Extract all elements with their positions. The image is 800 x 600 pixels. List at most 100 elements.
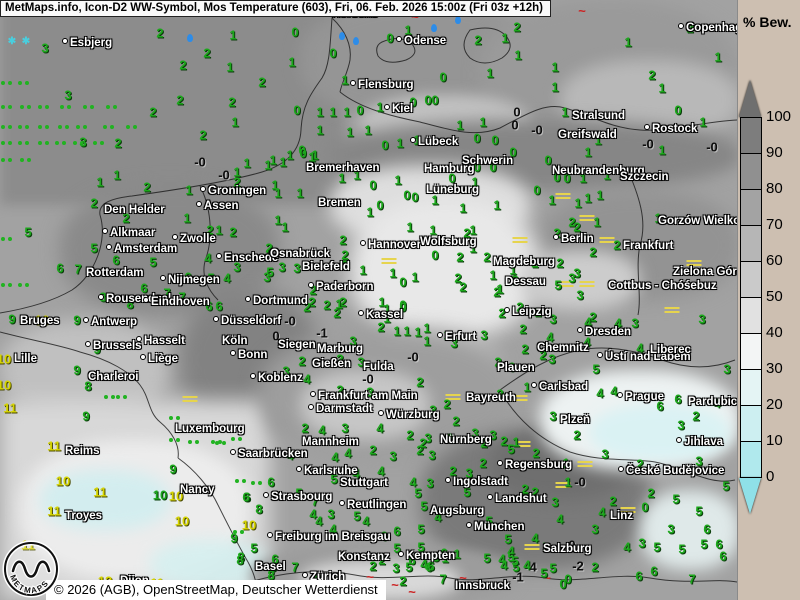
temp-value: -0 xyxy=(194,156,206,169)
temp-value: -0 xyxy=(218,169,230,182)
temp-value: 2 xyxy=(479,457,486,470)
city-marker-icon xyxy=(617,392,623,398)
temp-value: 2 xyxy=(573,429,580,442)
city-name: Dortmund xyxy=(253,295,308,307)
temp-value: 2 xyxy=(90,197,97,210)
temp-value: 2 xyxy=(556,257,563,270)
temp-value: 0 xyxy=(559,578,566,591)
temp-value: 2 xyxy=(229,226,236,239)
temp-value: 1 xyxy=(564,476,571,489)
temp-value: 0 xyxy=(491,134,498,147)
city-name: Ingolstadt xyxy=(453,476,508,488)
city-label: Lüneburg xyxy=(426,184,479,196)
city-marker-icon xyxy=(98,294,104,300)
temp-value: -0 xyxy=(531,124,543,137)
city-marker-icon xyxy=(230,350,236,356)
city-name: Karlsruhe xyxy=(304,465,358,477)
temp-value: 1 xyxy=(346,126,353,139)
temp-value: 2 xyxy=(692,410,699,423)
city-label: Luxembourg xyxy=(175,423,245,435)
legend-tick-label: 0 xyxy=(766,469,800,484)
drizzle-icon xyxy=(103,125,107,129)
temp-value: 4 xyxy=(596,387,603,400)
city-marker-icon xyxy=(497,460,503,466)
legend-tick-label: 70 xyxy=(766,217,800,232)
city-name: Erfurt xyxy=(445,331,476,343)
city-label: Flensburg xyxy=(350,79,414,91)
temp-value: 11 xyxy=(3,402,17,415)
temp-value: 1 xyxy=(479,116,486,129)
temp-value: 2 xyxy=(456,251,463,264)
temp-value: 1 xyxy=(376,101,383,114)
temp-value: 3 xyxy=(551,496,558,509)
city-name: Lille xyxy=(14,353,37,365)
temp-value: 0 xyxy=(511,119,518,132)
temp-value: 1 xyxy=(281,221,288,234)
city-name: Cottbus - Chóśebuz xyxy=(608,280,717,292)
temp-value: 1 xyxy=(551,81,558,94)
temp-value: -0 xyxy=(284,315,296,328)
temp-value: 2 xyxy=(323,299,330,312)
temp-value: 0 xyxy=(381,139,388,152)
temp-value: 2 xyxy=(399,575,406,588)
city-label: Siegen xyxy=(278,339,316,351)
city-label: Paderborn xyxy=(308,281,374,293)
city-marker-icon xyxy=(445,477,451,483)
temp-value: 1 xyxy=(403,325,410,338)
legend-arrow-top xyxy=(739,80,761,117)
city-name: Assen xyxy=(204,200,239,212)
temp-value: 1 xyxy=(274,187,281,200)
city-name: Gießen xyxy=(312,358,351,370)
city-label: Pardubice xyxy=(688,396,737,408)
city-name: Kassel xyxy=(366,309,403,321)
temp-value: 2 xyxy=(513,21,520,34)
legend-segment xyxy=(741,370,761,406)
city-label: Liège xyxy=(140,353,178,365)
city-marker-icon xyxy=(196,201,202,207)
city-name: Rostock xyxy=(652,123,697,135)
city-label: Koblenz xyxy=(250,372,303,384)
temp-value: 6 xyxy=(267,476,274,489)
temp-value: 2 xyxy=(179,59,186,72)
temp-value: 1 xyxy=(406,221,413,234)
city-name: Frankfurt xyxy=(623,240,673,252)
temp-value: 3 xyxy=(389,450,396,463)
city-marker-icon xyxy=(398,551,404,557)
city-label: Kiel xyxy=(384,103,413,115)
rain-icon xyxy=(187,34,193,42)
temp-value: 1 xyxy=(393,325,400,338)
temp-value: 1 xyxy=(548,194,555,207)
city-marker-icon xyxy=(676,437,682,443)
temp-value: 1 xyxy=(264,159,271,172)
temp-value: 3 xyxy=(677,419,684,432)
city-label: Cottbus - Chóśebuz xyxy=(608,280,717,292)
temp-value: 5 xyxy=(24,226,31,239)
temp-value: 1 xyxy=(551,61,558,74)
temp-value: 0 xyxy=(299,147,306,160)
city-name: Frankfurt am Main xyxy=(318,390,418,402)
city-marker-icon xyxy=(308,404,314,410)
drizzle-icon xyxy=(104,395,108,399)
city-name: Dresden xyxy=(585,326,631,338)
city-name: Bonn xyxy=(238,349,267,361)
temp-value: 1 xyxy=(411,271,418,284)
temp-value: 0 xyxy=(439,71,446,84)
temp-value: 0 xyxy=(291,26,298,39)
city-label: Wolfsburg xyxy=(420,236,477,248)
drizzle-icon xyxy=(188,440,192,444)
temp-value: 5 xyxy=(149,256,156,269)
temp-value: 2 xyxy=(648,69,655,82)
temp-value: 3 xyxy=(426,477,433,490)
city-label: Leipzig xyxy=(504,306,552,318)
temp-value: 3 xyxy=(41,42,48,55)
city-name: Kiel xyxy=(392,103,413,115)
legend-tick-label: 50 xyxy=(766,289,800,304)
temp-value: 1 xyxy=(243,157,250,170)
temp-value: 1 xyxy=(329,106,336,119)
temp-value: 6 xyxy=(393,525,400,538)
city-label: Düsseldorf xyxy=(213,315,281,327)
city-name: Marburg xyxy=(317,343,363,355)
temp-value: 1 xyxy=(493,199,500,212)
temp-value: 0 xyxy=(674,104,681,117)
temp-value: 1 xyxy=(113,169,120,182)
